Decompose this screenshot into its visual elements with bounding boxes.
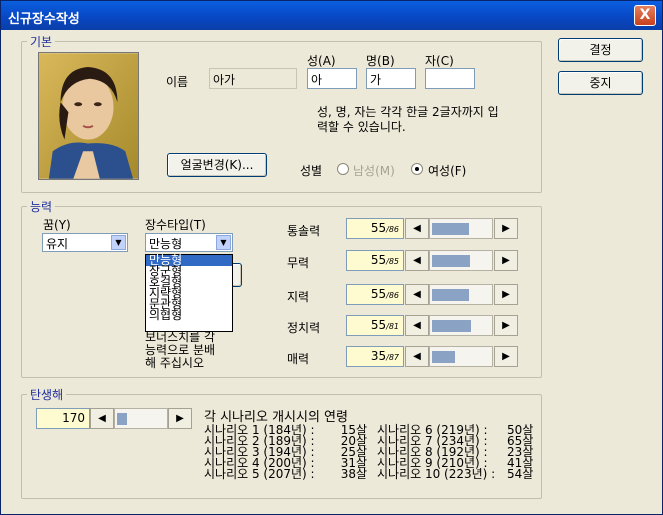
scenario-age-left: 38살 (340, 467, 367, 481)
surname-input[interactable]: 아 (307, 68, 357, 89)
birth-year-group-label: 탄생해 (27, 386, 67, 403)
surname-label: 성(A) (307, 54, 336, 68)
chevron-down-icon[interactable]: ▼ (111, 235, 126, 250)
scenario-age-right: 54살 (507, 467, 534, 481)
stat-value-field: 55/85 (346, 250, 404, 271)
gender-male-label[interactable]: 남성(M) (353, 162, 395, 179)
stat-track[interactable] (429, 250, 493, 271)
given-name-label: 명(B) (366, 54, 395, 68)
increase-stat-button[interactable]: ▶ (494, 284, 518, 305)
stat-max: /86 (386, 225, 399, 234)
stat-max: /85 (386, 257, 399, 266)
stat-track[interactable] (429, 218, 493, 239)
officer-type-select[interactable]: 만능형 ▼ (145, 233, 233, 252)
stat-label: 무력 (287, 256, 310, 270)
officer-type-value: 만능형 (149, 237, 183, 251)
scenario-name-left: 시나리오 5 (207년) : (204, 467, 315, 481)
birth-year-fill (117, 413, 127, 425)
ability-group-label: 능력 (27, 198, 56, 215)
decrease-birth-button[interactable]: ◀ (90, 408, 114, 429)
stat-label: 정치력 (287, 321, 321, 335)
name-hint-line2: 력할 수 있습니다. (317, 120, 406, 134)
stat-value-field: 55/86 (346, 218, 404, 239)
stat-track[interactable] (429, 284, 493, 305)
stat-value: 55 (370, 253, 387, 267)
decrease-stat-button[interactable]: ◀ (405, 315, 429, 336)
increase-birth-button[interactable]: ▶ (168, 408, 192, 429)
scenario-name-right: 시나리오 10 (223년) : (377, 467, 496, 481)
stat-value: 55 (370, 287, 387, 301)
portrait-image (38, 52, 139, 180)
chevron-down-icon[interactable]: ▼ (216, 235, 231, 250)
stat-fill (432, 351, 455, 363)
increase-stat-button[interactable]: ▶ (494, 250, 518, 271)
stat-value: 55 (370, 221, 387, 235)
bonus-hint-line3: 해 주십시오 (145, 356, 205, 370)
stat-max: /81 (386, 322, 399, 331)
gender-label: 성별 (300, 164, 323, 178)
close-button[interactable]: X (634, 5, 656, 26)
dream-select[interactable]: 유지 ▼ (42, 233, 128, 252)
increase-stat-button[interactable]: ▶ (494, 346, 518, 367)
stat-fill (432, 255, 470, 267)
window-title: 신규장수작성 (8, 12, 80, 27)
scenario-age-table: 시나리오 1 (184년) :15살 시나리오 6 (219년) :50살 시나리… (204, 424, 534, 481)
style-name-label: 자(C) (425, 54, 454, 68)
name-display: 아가 (209, 68, 297, 89)
decrease-stat-button[interactable]: ◀ (405, 346, 429, 367)
stat-max: /86 (386, 291, 399, 300)
title-bar[interactable]: 신규장수작성 X (1, 1, 662, 30)
decrease-stat-button[interactable]: ◀ (405, 250, 429, 271)
increase-stat-button[interactable]: ▶ (494, 315, 518, 336)
stat-label: 매력 (287, 352, 310, 366)
dream-label: 꿈(Y) (43, 218, 71, 232)
name-label: 이름 (166, 75, 189, 89)
decrease-stat-button[interactable]: ◀ (405, 218, 429, 239)
stat-value-field: 55/86 (346, 284, 404, 305)
birth-year-track[interactable] (114, 408, 168, 429)
cancel-button[interactable]: 중지 (558, 71, 643, 95)
stat-fill (432, 320, 471, 332)
stat-fill (432, 289, 469, 301)
gender-female-label[interactable]: 여성(F) (428, 162, 466, 179)
officer-type-label: 장수타입(T) (145, 218, 206, 232)
given-name-input[interactable]: 가 (366, 68, 416, 89)
new-officer-dialog: 신규장수작성 X 결정 중지 기본 이름 아가 성(A) 아 명(B) 가 자(… (0, 0, 663, 515)
gender-female-radio[interactable] (411, 163, 423, 175)
gender-male-radio[interactable] (337, 163, 349, 175)
stat-track[interactable] (429, 346, 493, 367)
basic-group-label: 기본 (27, 33, 56, 50)
stat-fill (432, 223, 469, 235)
stat-value: 35 (370, 349, 387, 363)
birth-year-value: 170 (36, 408, 90, 429)
bonus-hint: 보너스치를 각 능력으로 분배 해 주십시오 (145, 331, 215, 370)
stat-track[interactable] (429, 315, 493, 336)
stat-value: 55 (370, 318, 387, 332)
stat-label: 통솔력 (287, 224, 321, 238)
stat-value-field: 35/87 (346, 346, 404, 367)
decrease-stat-button[interactable]: ◀ (405, 284, 429, 305)
stat-label: 지력 (287, 290, 310, 304)
stat-value-field: 55/81 (346, 315, 404, 336)
officer-type-dropdown-list[interactable]: 만능형 장군형 호걸형 지략형 문관형 의협형 (145, 254, 233, 332)
officer-type-option[interactable]: 의협형 (146, 309, 232, 321)
face-change-button[interactable]: 얼굴변경(K)... (167, 153, 267, 177)
style-name-input[interactable] (425, 68, 475, 89)
dream-value: 유지 (46, 237, 69, 251)
scenario-row: 시나리오 5 (207년) : 38살 시나리오 10 (223년) : 54살 (204, 467, 534, 481)
confirm-button[interactable]: 결정 (558, 38, 643, 62)
stat-max: /87 (386, 353, 399, 362)
increase-stat-button[interactable]: ▶ (494, 218, 518, 239)
